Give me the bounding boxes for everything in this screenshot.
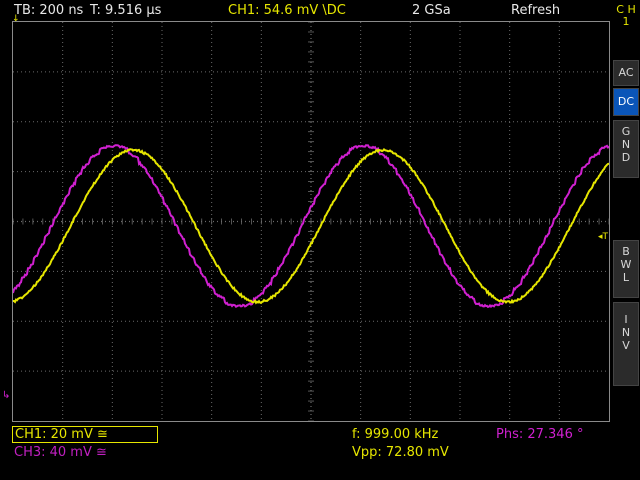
ch3-scale-readout[interactable]: CH3: 40 mV ≅ bbox=[14, 445, 107, 460]
vpp-measurement: Vpp: 72.80 mV bbox=[352, 445, 449, 460]
timebase-readout[interactable]: TB: 200 ns bbox=[14, 3, 83, 18]
graticule bbox=[13, 22, 609, 421]
invert-button[interactable]: I N V bbox=[613, 302, 639, 386]
bottom-status-bar: CH1: 20 mV ≅ CH3: 40 mV ≅ f: 999.00 kHz … bbox=[0, 422, 612, 480]
coupling-ac-button[interactable]: AC bbox=[613, 60, 639, 86]
trigger-position-marker[interactable]: ↓ bbox=[12, 14, 20, 24]
bandwidth-limit-button[interactable]: B W L bbox=[613, 240, 639, 298]
coupling-dc-button[interactable]: DC bbox=[613, 88, 639, 116]
waveform-display[interactable] bbox=[12, 21, 610, 422]
waveform-svg bbox=[13, 22, 609, 421]
ch1-scale-readout[interactable]: CH1: 20 mV ≅ bbox=[12, 426, 158, 443]
trigger-level-marker[interactable]: ◂T bbox=[598, 232, 608, 242]
sample-rate-readout: 2 GSa bbox=[412, 3, 451, 18]
trigger-level-readout[interactable]: CH1: 54.6 mV \DC bbox=[228, 3, 346, 18]
ch3-ground-marker[interactable]: ↳ bbox=[2, 390, 10, 401]
frequency-measurement: f: 999.00 kHz bbox=[352, 427, 438, 442]
trigger-time-readout[interactable]: T: 9.516 µs bbox=[90, 3, 161, 18]
phase-measurement: Phs: 27.346 ° bbox=[496, 427, 583, 442]
acquisition-mode-readout[interactable]: Refresh bbox=[511, 3, 560, 18]
top-status-bar: TB: 200 ns T: 9.516 µs CH1: 54.6 mV \DC … bbox=[0, 0, 612, 22]
sidebar-channel-label: C H 1 bbox=[612, 4, 640, 28]
channel-softkey-sidebar: C H 1 AC DC G N D B W L I N V bbox=[612, 0, 640, 480]
coupling-gnd-button[interactable]: G N D bbox=[613, 120, 639, 178]
